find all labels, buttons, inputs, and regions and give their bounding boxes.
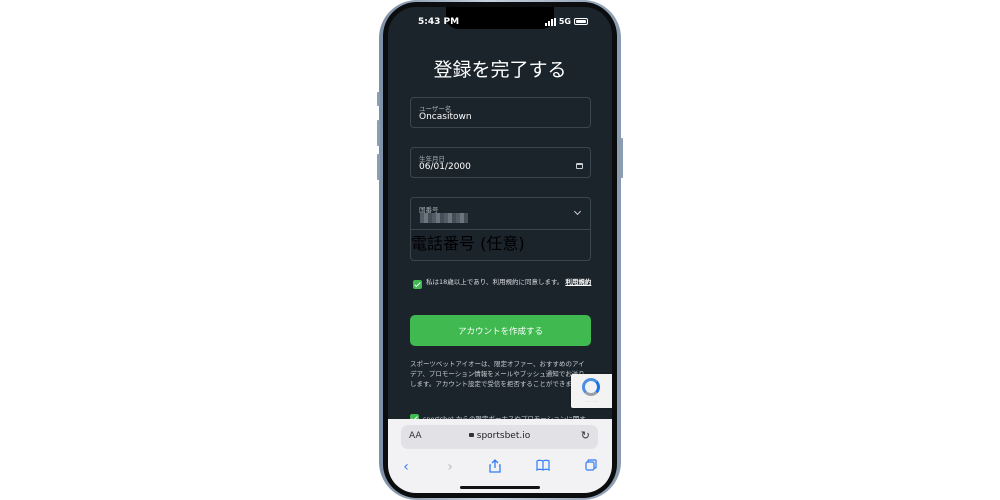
notch bbox=[446, 7, 554, 29]
terms-link[interactable]: 利用規約 bbox=[565, 278, 591, 286]
calendar-icon[interactable] bbox=[576, 163, 583, 169]
tabs-icon[interactable] bbox=[581, 459, 601, 475]
battery-icon bbox=[574, 18, 588, 25]
username-field[interactable]: ユーザー名 Oncasitown bbox=[410, 97, 591, 128]
tabs-svg bbox=[585, 459, 597, 471]
agree-label: 私は18歳以上であり、利用規約に同意します。 bbox=[426, 278, 564, 286]
phone-input[interactable]: 電話番号 (任意) bbox=[411, 230, 590, 260]
forward-icon[interactable]: › bbox=[440, 459, 460, 475]
safari-bottom-bar: AA sportsbet.io ↻ ‹ › bbox=[388, 419, 612, 493]
chevron-down-icon bbox=[573, 207, 582, 216]
agree-text: 私は18歳以上であり、利用規約に同意します。 利用規約 bbox=[426, 278, 596, 287]
browser-toolbar: ‹ › bbox=[388, 459, 612, 483]
create-account-button[interactable]: アカウントを作成する bbox=[410, 315, 591, 346]
recaptcha-icon bbox=[582, 378, 600, 396]
phone-placeholder: 電話番号 (任意) bbox=[411, 234, 525, 253]
back-icon[interactable]: ‹ bbox=[396, 459, 416, 475]
reload-icon[interactable]: ↻ bbox=[581, 429, 590, 442]
status-indicators: 5G bbox=[544, 17, 588, 26]
birthdate-value: 06/01/2000 bbox=[419, 162, 471, 172]
share-svg bbox=[489, 459, 501, 473]
promo-text: スポーツベットアイオーは、限定オファー、おすすめのアイデア、プロモーション情報を… bbox=[410, 360, 585, 388]
country-code-redacted bbox=[420, 213, 468, 223]
power-button bbox=[620, 138, 623, 178]
mute-switch bbox=[377, 92, 380, 106]
bookmarks-icon[interactable] bbox=[533, 459, 553, 475]
agree-checkbox[interactable] bbox=[413, 280, 422, 289]
volume-down-button bbox=[377, 154, 380, 180]
page-title: 登録を完了する bbox=[433, 59, 567, 81]
book-svg bbox=[536, 459, 550, 472]
home-indicator bbox=[460, 486, 540, 489]
country-code-select[interactable]: 国番号 bbox=[411, 198, 590, 229]
url-text: sportsbet.io bbox=[476, 431, 531, 441]
phone-frame: 5:43 PM 5G 登録を完了する ユーザー名 Oncasitown 生年月日… bbox=[377, 0, 623, 500]
url-display[interactable]: sportsbet.io bbox=[401, 431, 598, 441]
lock-icon bbox=[468, 433, 474, 437]
username-value: Oncasitown bbox=[419, 112, 472, 122]
phone-screen: 5:43 PM 5G 登録を完了する ユーザー名 Oncasitown 生年月日… bbox=[388, 7, 612, 493]
recaptcha-caption: ······ · ····· bbox=[584, 399, 599, 403]
recaptcha-badge[interactable]: ······ · ····· bbox=[571, 374, 612, 408]
phone-number-group: 国番号 電話番号 (任意) bbox=[410, 197, 591, 261]
birthdate-field[interactable]: 生年月日 06/01/2000 bbox=[410, 147, 591, 178]
status-time: 5:43 PM bbox=[418, 17, 460, 27]
address-bar[interactable]: AA sportsbet.io ↻ bbox=[401, 425, 598, 449]
signal-icon bbox=[544, 17, 556, 26]
share-icon[interactable] bbox=[485, 459, 505, 477]
volume-up-button bbox=[377, 120, 380, 146]
network-label: 5G bbox=[558, 17, 571, 26]
